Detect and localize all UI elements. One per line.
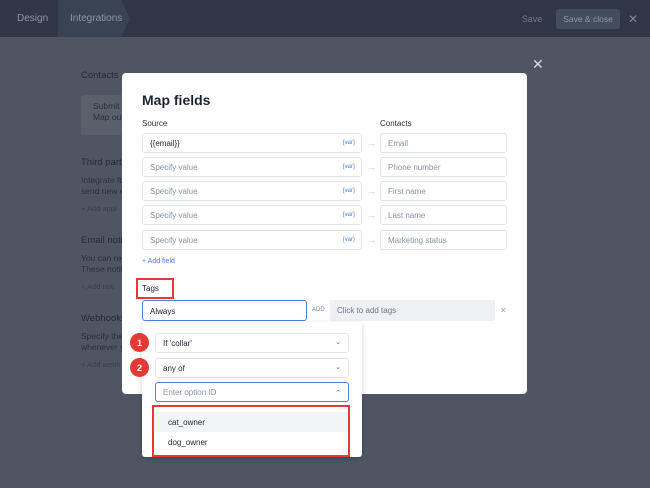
arrow-right-icon: → [367, 235, 376, 245]
add-notification-link[interactable]: + Add noti [81, 282, 115, 291]
operator-select[interactable]: any of ⌄ [155, 358, 349, 378]
third-party-text: Integrate for [81, 175, 127, 185]
chevron-up-icon: ⌃ [335, 390, 341, 397]
option-id-input[interactable]: Enter option ID ⌃ [155, 382, 349, 402]
source-value: {{email}} [150, 139, 180, 148]
var-icon[interactable]: {var} [343, 140, 355, 146]
webhooks-text: Specify the [81, 331, 124, 341]
contacts-heading: Contacts [81, 70, 119, 81]
source-placeholder: Specify value [150, 187, 198, 196]
tab-design[interactable]: Design [17, 13, 48, 24]
destination-field[interactable]: Email [380, 133, 507, 153]
close-icon[interactable]: ✕ [628, 12, 638, 26]
option-item[interactable]: cat_owner [154, 412, 348, 432]
var-icon[interactable]: {var} [343, 188, 355, 194]
webhooks-heading: Webhooks [81, 313, 126, 324]
source-field[interactable]: Specify value {var} [142, 181, 362, 201]
email-notifications-heading: Email notif [81, 235, 126, 246]
destination-field[interactable]: Phone number [380, 157, 507, 177]
contacts-label: Contacts [380, 119, 412, 128]
source-field[interactable]: Specify value {var} [142, 230, 362, 250]
modal-close-icon[interactable]: ✕ [532, 56, 544, 73]
modal-title: Map fields [142, 92, 211, 108]
source-field[interactable]: Specify value {var} [142, 205, 362, 225]
tag-input[interactable]: Click to add tags [330, 300, 495, 321]
tag-condition-value: Always [150, 307, 176, 316]
destination-field[interactable]: Last name [380, 205, 507, 225]
tag-condition-select[interactable]: Always [142, 300, 307, 321]
save-close-button[interactable]: Save & close [556, 9, 620, 29]
arrow-right-icon: → [367, 210, 376, 220]
option-item[interactable]: dog_owner [168, 438, 208, 447]
chevron-down-icon: ⌄ [335, 339, 341, 346]
source-label: Source [142, 119, 168, 128]
option-id-placeholder: Enter option ID [163, 388, 217, 397]
destination-placeholder: Marketing status [388, 236, 447, 245]
destination-placeholder: Email [388, 139, 409, 148]
add-field-link[interactable]: + Add field [142, 258, 175, 265]
destination-placeholder: Last name [388, 211, 426, 220]
chevron-down-icon: ⌄ [335, 364, 341, 371]
source-placeholder: Specify value [150, 236, 198, 245]
source-placeholder: Specify value [150, 163, 198, 172]
destination-placeholder: First name [388, 187, 426, 196]
arrow-right-icon: → [367, 162, 376, 172]
add-application-link[interactable]: + Add appl [81, 204, 117, 213]
options-list: cat_owner dog_owner [152, 405, 350, 457]
source-placeholder: Specify value [150, 211, 198, 220]
card-line: Submit [93, 101, 120, 111]
email-text: These notifi [81, 264, 125, 274]
destination-field[interactable]: Marketing status [380, 230, 507, 250]
source-field[interactable]: {{email}} {var} [142, 133, 362, 153]
operator-select-value: any of [163, 364, 185, 373]
tag-input-placeholder: Click to add tags [337, 306, 397, 315]
var-icon[interactable]: {var} [343, 164, 355, 170]
clear-tags-icon[interactable]: ✕ [500, 306, 507, 315]
third-party-heading: Third party [81, 157, 127, 168]
add-webhook-link[interactable]: + Add webh [81, 360, 120, 369]
var-icon[interactable]: {var} [343, 212, 355, 218]
destination-placeholder: Phone number [388, 163, 441, 172]
arrow-right-icon: → [367, 186, 376, 196]
tags-highlight-box [136, 278, 174, 299]
option-label: cat_owner [168, 418, 205, 427]
arrow-right-icon: → [367, 138, 376, 148]
var-icon[interactable]: {var} [343, 237, 355, 243]
step-badge: 1 [130, 333, 149, 352]
field-select[interactable]: If 'collar' ⌄ [155, 333, 349, 353]
field-select-value: If 'collar' [163, 339, 192, 348]
add-tag-button[interactable]: ADD [312, 307, 325, 313]
save-button[interactable]: Save [512, 9, 552, 29]
tab-integrations[interactable]: Integrations [58, 0, 130, 37]
top-bar: Design Integrations Save Save & close ✕ [0, 0, 650, 37]
step-badge: 2 [130, 358, 149, 377]
card-line: Map out [93, 112, 124, 122]
source-field[interactable]: Specify value {var} [142, 157, 362, 177]
destination-field[interactable]: First name [380, 181, 507, 201]
